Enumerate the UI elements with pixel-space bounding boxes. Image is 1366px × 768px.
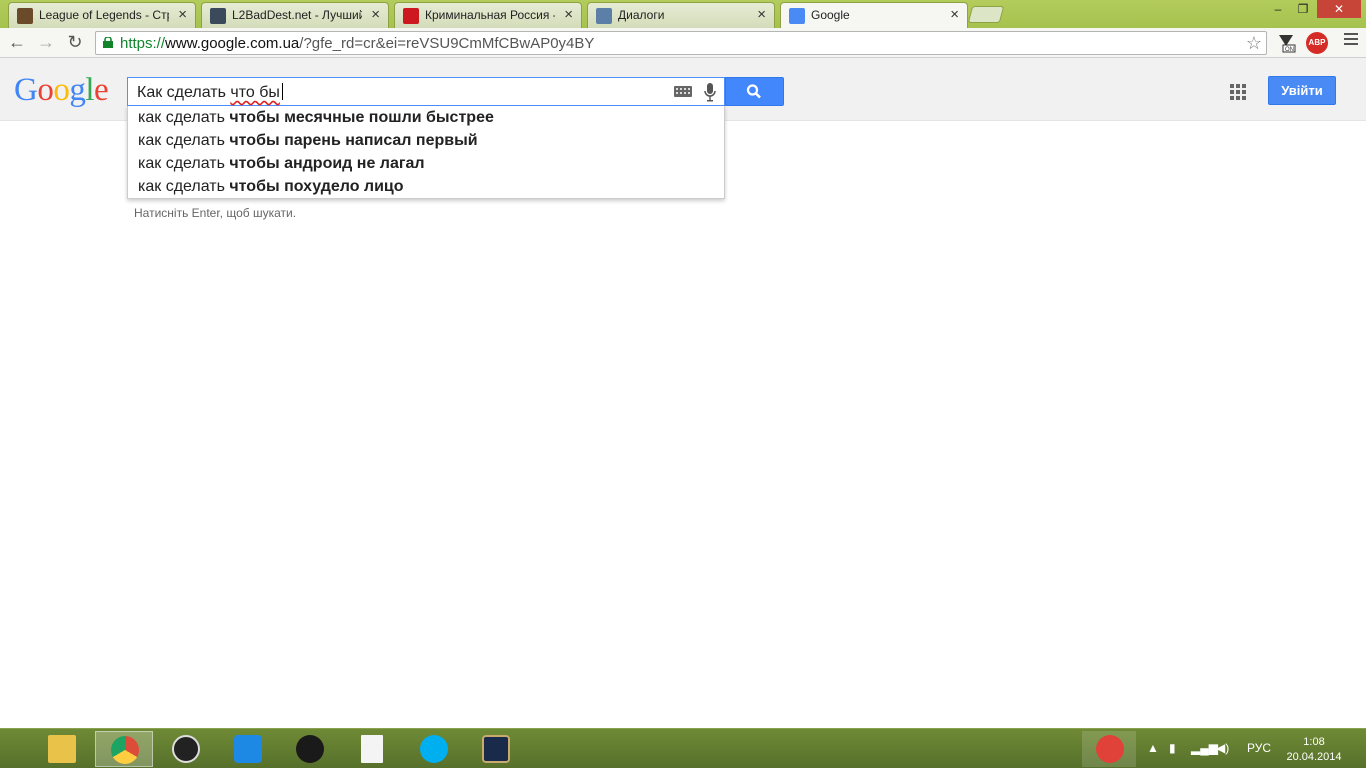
svg-text:ON: ON [1285,47,1294,53]
extension-on-icon[interactable]: ON [1275,32,1297,54]
logo-letter: e [94,72,109,108]
maximize-button[interactable]: ❐ [1291,0,1315,18]
bookmark-star-icon[interactable]: ☆ [1246,32,1262,54]
suggestion-prefix: как сделать [138,178,230,195]
network-signal-icon[interactable]: ▂▄▆ [1191,741,1218,755]
tab-dialogi[interactable]: Диалоги × [587,2,775,28]
browser-toolbar: ← → ↻ https://www.google.com.ua/?gfe_rd=… [0,28,1366,58]
tab-close-icon[interactable]: × [564,6,573,24]
tab-kriminalnaya-rossiya[interactable]: Криминальная Россия - × [394,2,582,28]
query-misspelled: что бы [230,84,280,101]
address-bar[interactable]: https://www.google.com.ua/?gfe_rd=cr&ei=… [95,31,1267,55]
l2-favicon-icon [210,8,226,24]
url-text: https://www.google.com.ua/?gfe_rd=cr&ei=… [120,35,594,52]
volume-icon[interactable]: ◀) [1216,741,1229,755]
logo-letter: o [37,72,54,108]
lock-icon [103,37,113,48]
close-window-button[interactable]: ✕ [1317,0,1361,18]
tab-close-icon[interactable]: × [950,6,959,24]
tab-close-icon[interactable]: × [371,6,380,24]
skype-icon [420,735,448,763]
maxthon-icon [234,735,262,763]
suggestion-prefix: как сделать [138,109,230,126]
microphone-icon[interactable] [704,83,716,102]
browser-tab-strip: League of Legends - Стри × L2BadDest.net… [0,0,1366,28]
obs-icon [296,735,324,763]
suggestion-item[interactable]: как сделать чтобы андроид не лагал [138,152,425,175]
url-path: /?gfe_rd=cr&ei=reVSU9CmMfCBwAP0y4BY [299,35,595,52]
taskbar-chrome[interactable] [95,731,153,767]
tray-app-icon [1096,735,1124,763]
url-host: www.google.com.ua [165,35,300,52]
logo-letter: g [69,72,86,108]
tab-title: L2BadDest.net - Лучший [232,8,362,22]
file-explorer-icon [48,735,76,763]
suggestion-prefix: как сделать [138,132,230,149]
google-logo[interactable]: Google [14,72,109,109]
power-icon[interactable]: ▮ [1169,741,1176,755]
clock-date: 20.04.2014 [1286,751,1342,763]
tab-google[interactable]: Google × [780,2,968,28]
autocomplete-dropdown: как сделать чтобы месячные пошли быстрее… [127,106,725,199]
tab-close-icon[interactable]: × [757,6,766,24]
document-icon [361,735,383,763]
taskbar-ble[interactable] [157,731,215,767]
clock-time: 1:08 [1303,736,1325,748]
suggestion-completion: чтобы парень написал первый [229,132,478,149]
adblock-plus-icon[interactable]: ABP [1306,32,1328,54]
reload-button[interactable]: ↻ [64,31,86,53]
taskbar-file-explorer[interactable] [33,731,91,767]
lol-favicon-icon [17,8,33,24]
logo-letter: o [53,72,70,108]
new-tab-button[interactable] [967,6,1005,23]
tab-title: Криминальная Россия - [425,8,555,22]
tab-close-icon[interactable]: × [178,6,187,24]
minimize-button[interactable]: – [1266,0,1290,18]
query-prefix: Как сделать [137,84,226,101]
tab-title: Диалоги [618,8,665,22]
tab-title: Google [811,8,850,22]
suggestion-prefix: как сделать [138,155,230,172]
keyboard-icon[interactable] [674,86,692,97]
enter-to-search-hint: Натисніть Enter, щоб шукати. [134,206,297,220]
suggestion-item[interactable]: как сделать чтобы парень написал первый [138,129,478,152]
url-scheme: https:// [120,35,166,52]
logo-letter: G [14,72,38,108]
search-input[interactable]: Как сделать что бы [127,77,725,106]
forward-button[interactable]: → [35,31,57,53]
system-clock[interactable]: 1:08 20.04.2014 [1283,735,1345,765]
windows-taskbar: ▲ ▮ ▂▄▆ ◀) РУС 1:08 20.04.2014 [0,728,1366,768]
tab-league-of-legends[interactable]: League of Legends - Стри × [8,2,196,28]
taskbar-maxthon[interactable] [219,731,277,767]
suggestion-completion: чтобы похудело лицо [229,178,404,195]
chrome-icon [111,736,139,764]
chrome-menu-icon[interactable] [1344,33,1358,48]
back-button[interactable]: ← [6,31,28,53]
search-query-text: Как сделать что бы [137,83,283,102]
suggestion-completion: чтобы андроид не лагал [229,155,425,172]
google-apps-grid-icon[interactable] [1230,84,1246,100]
league-client-icon [482,735,510,763]
youtube-favicon-icon [403,8,419,24]
search-button[interactable] [725,77,784,106]
sign-in-button[interactable]: Увійти [1268,76,1336,105]
input-language-indicator[interactable]: РУС [1247,741,1271,755]
suggestion-item[interactable]: как сделать чтобы месячные пошли быстрее [138,106,494,129]
logo-letter: l [85,72,95,108]
taskbar-document[interactable] [343,731,401,767]
tray-app-button[interactable] [1082,731,1136,767]
show-hidden-icons-icon[interactable]: ▲ [1147,741,1159,755]
text-caret [281,83,283,100]
tab-l2baddest[interactable]: L2BadDest.net - Лучший × [201,2,389,28]
taskbar-league-client[interactable] [467,731,525,767]
taskbar-obs[interactable] [281,731,339,767]
suggestion-item[interactable]: как сделать чтобы похудело лицо [138,175,404,198]
suggestion-completion: чтобы месячные пошли быстрее [229,109,494,126]
tab-title: League of Legends - Стри [39,8,169,22]
ble-icon [172,735,200,763]
google-favicon-icon [789,8,805,24]
search-icon [746,84,761,99]
vk-favicon-icon [596,8,612,24]
taskbar-skype[interactable] [405,731,463,767]
